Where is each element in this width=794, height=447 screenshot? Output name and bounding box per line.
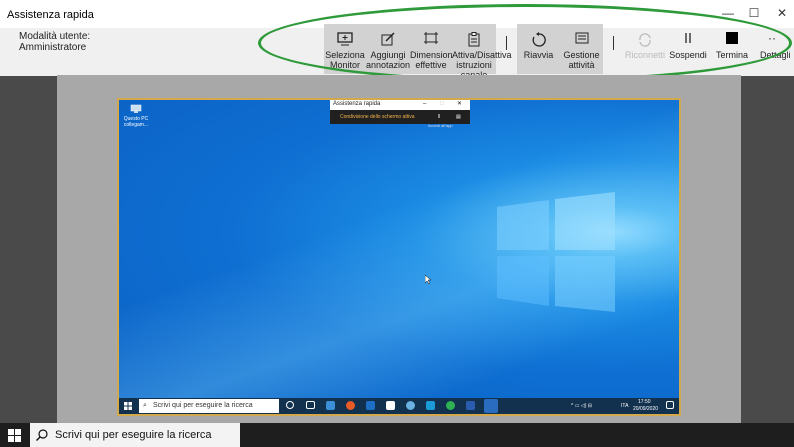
desktop-icon-label: Questo PC collegam... xyxy=(123,116,149,128)
remote-app-icon[interactable] xyxy=(386,401,395,410)
windows-start-icon xyxy=(8,429,21,442)
remote-search-placeholder: Scrivi qui per eseguire la ricerca xyxy=(153,402,253,409)
remote-firefox-icon[interactable] xyxy=(346,401,355,410)
user-mode: Modalità utente: Amministratore xyxy=(19,31,90,53)
remote-taskbar: ⌕ Scrivi qui per eseguire la ricerca ^ ▭… xyxy=(119,398,679,414)
remote-word-icon[interactable] xyxy=(466,401,475,410)
mini-window-titlebar: Assistenza rapida – □ ✕ xyxy=(330,100,470,110)
user-mode-value: Amministratore xyxy=(19,42,87,53)
close-button[interactable]: ✕ xyxy=(772,6,792,20)
mini-close-icon[interactable]: ✕ xyxy=(457,100,462,110)
search-box[interactable]: Scrivi qui per eseguire la ricerca xyxy=(30,423,240,447)
start-button[interactable] xyxy=(0,423,30,447)
mini-clipboard-icon[interactable]: ▤ xyxy=(456,110,461,124)
remote-search-box[interactable]: ⌕ Scrivi qui per eseguire la ricerca xyxy=(139,399,279,413)
mini-window-title: Assistenza rapida xyxy=(333,101,381,107)
search-placeholder: Scrivi qui per eseguire la ricerca xyxy=(55,429,212,441)
remote-mail-icon[interactable] xyxy=(326,401,335,410)
window-title: Assistenza rapida xyxy=(7,9,94,21)
remote-notification-icon[interactable] xyxy=(666,401,674,409)
mini-pause-icon[interactable]: ‖ xyxy=(438,110,440,124)
remote-task-view-icon[interactable] xyxy=(306,401,315,409)
mini-subtext: Accedi all'app xyxy=(428,123,453,128)
mouse-cursor-icon xyxy=(425,275,431,284)
mini-maximize-icon: □ xyxy=(440,101,444,107)
mini-window-status-bar: Condivisione dello schermo attiva ‖ ▤ xyxy=(330,110,470,124)
mini-minimize-icon[interactable]: – xyxy=(423,100,426,110)
remote-edge-icon[interactable] xyxy=(406,401,415,410)
remote-cortana-icon[interactable] xyxy=(286,401,294,409)
remote-quick-assist-icon[interactable] xyxy=(484,399,498,413)
remote-clock-time: 17:50 xyxy=(638,399,651,405)
this-pc-icon xyxy=(130,104,142,113)
search-icon xyxy=(36,429,48,441)
remote-search-icon: ⌕ xyxy=(143,402,147,409)
remote-start-icon[interactable] xyxy=(124,402,132,410)
remote-language: ITA xyxy=(621,403,629,409)
screen-sharing-status: Condivisione dello schermo attiva xyxy=(340,114,415,120)
quick-assist-window: Assistenza rapida — ☐ ✕ Modalità utente:… xyxy=(0,0,794,423)
remote-store-icon[interactable] xyxy=(426,401,435,410)
remote-xbox-icon[interactable] xyxy=(446,401,455,410)
remote-outlook-icon[interactable] xyxy=(366,401,375,410)
remote-quick-assist-mini-window: Assistenza rapida – □ ✕ Condivisione del… xyxy=(330,100,470,128)
remote-desktop[interactable]: Questo PC collegam... Assistenza rapida … xyxy=(117,98,681,416)
maximize-button[interactable]: ☐ xyxy=(744,6,764,20)
user-mode-label: Modalità utente: xyxy=(19,31,91,42)
highlight-ellipse xyxy=(258,4,792,82)
windows-logo-wallpaper xyxy=(497,192,615,312)
local-taskbar: Scrivi qui per eseguire la ricerca xyxy=(0,423,794,447)
remote-clock-date: 20/09/2020 xyxy=(633,406,659,412)
desktop-icon-this-pc[interactable]: Questo PC collegam... xyxy=(123,104,149,128)
remote-tray-icons: ^ ▭ ◁) ⊟ xyxy=(571,403,592,409)
